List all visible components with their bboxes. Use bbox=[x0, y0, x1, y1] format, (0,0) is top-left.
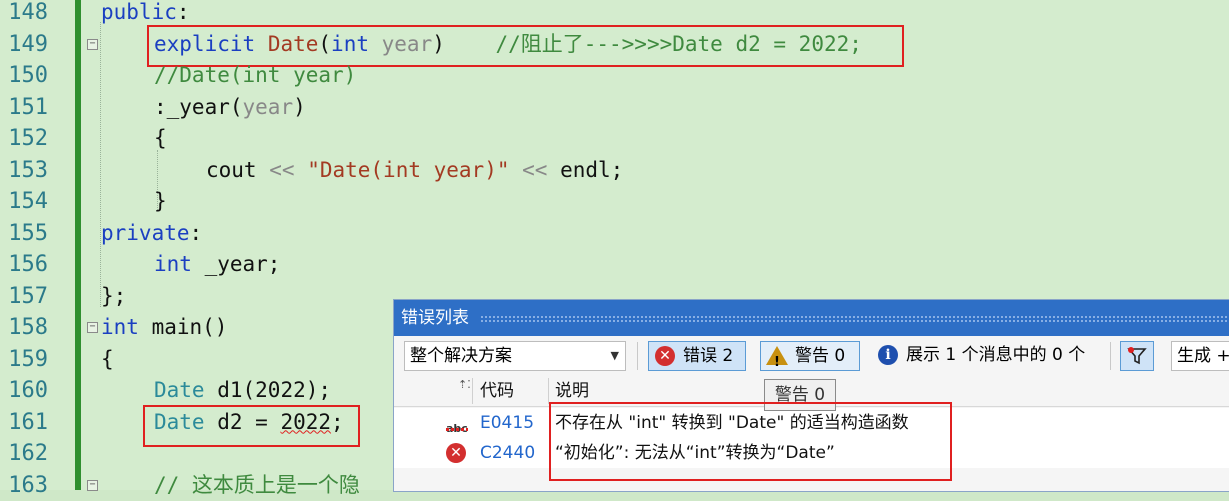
divider bbox=[548, 378, 549, 404]
line-number: 163 bbox=[0, 470, 48, 501]
highlight-box bbox=[549, 402, 952, 481]
code-line: 154 } bbox=[0, 186, 1229, 218]
brace: } bbox=[154, 186, 167, 218]
line-number: 162 bbox=[0, 438, 48, 470]
main-declaration: int main() bbox=[101, 312, 227, 344]
line-number: 152 bbox=[0, 123, 48, 155]
title-grip bbox=[480, 315, 1229, 322]
panel-title-bar[interactable]: 错误列表 bbox=[394, 300, 1229, 336]
cout-statement: cout << "Date(int year)" << endl; bbox=[206, 155, 623, 187]
line-number: 158 bbox=[0, 312, 48, 344]
line-number: 148 bbox=[0, 0, 48, 29]
error-icon: ✕ bbox=[446, 443, 466, 463]
collapse-toggle-icon[interactable]: − bbox=[87, 39, 98, 50]
error-code-link[interactable]: C2440 bbox=[480, 438, 535, 468]
line-number: 154 bbox=[0, 186, 48, 218]
line-number: 157 bbox=[0, 281, 48, 313]
code-line: 152 { bbox=[0, 123, 1229, 155]
error-icon: ✕ bbox=[655, 346, 675, 366]
build-source-dropdown[interactable]: 生成 + bbox=[1171, 341, 1229, 371]
error-list-panel: 错误列表 整个解决方案 ▼ ✕ 错误 2 ! 警告 0 i 展示 1 个消息中的… bbox=[393, 299, 1229, 492]
divider bbox=[472, 378, 473, 404]
code-line: 151 :_year(year) bbox=[0, 92, 1229, 124]
d1-declaration: Date d1(2022); bbox=[154, 375, 331, 407]
initializer-list: :_year(year) bbox=[154, 92, 306, 124]
divider bbox=[637, 342, 638, 370]
chevron-down-icon: ▼ bbox=[611, 342, 619, 370]
line-number: 150 bbox=[0, 60, 48, 92]
line-number: 156 bbox=[0, 249, 48, 281]
sort-icon[interactable]: ⇡⁚ bbox=[458, 378, 471, 391]
keyword-private: private: bbox=[101, 218, 202, 250]
line-number: 161 bbox=[0, 407, 48, 439]
code-line: 153 cout << "Date(int year)" << endl; bbox=[0, 155, 1229, 187]
warning-icon: ! bbox=[766, 346, 788, 365]
member-declaration: int _year; bbox=[154, 249, 280, 281]
line-number: 155 bbox=[0, 218, 48, 250]
collapse-toggle-icon[interactable]: − bbox=[87, 322, 98, 333]
column-code[interactable]: 代码 bbox=[480, 376, 514, 406]
brace: { bbox=[101, 344, 114, 376]
scope-dropdown[interactable]: 整个解决方案 ▼ bbox=[404, 341, 626, 371]
messages-filter-button[interactable]: i 展示 1 个消息中的 0 个 bbox=[872, 341, 1104, 369]
code-line: 155 private: bbox=[0, 218, 1229, 250]
errors-filter-button[interactable]: ✕ 错误 2 bbox=[648, 341, 746, 371]
filter-icon[interactable] bbox=[1120, 341, 1154, 371]
info-icon: i bbox=[878, 345, 898, 365]
brace: { bbox=[154, 123, 167, 155]
line-number: 149 bbox=[0, 29, 48, 61]
error-code-link[interactable]: E0415 bbox=[480, 408, 534, 438]
line-number: 159 bbox=[0, 344, 48, 376]
divider bbox=[1110, 342, 1111, 370]
panel-title: 错误列表 bbox=[401, 300, 469, 336]
code-comment: // 这本质上是一个隐 bbox=[154, 470, 360, 501]
class-end: }; bbox=[101, 281, 126, 313]
line-number: 160 bbox=[0, 375, 48, 407]
code-line: 156 int _year; bbox=[0, 249, 1229, 281]
code-comment: //Date(int year) bbox=[154, 60, 356, 92]
code-line: 150 //Date(int year) bbox=[0, 60, 1229, 92]
line-number: 153 bbox=[0, 155, 48, 187]
warnings-filter-button[interactable]: ! 警告 0 bbox=[760, 341, 860, 371]
collapse-toggle-icon[interactable]: − bbox=[87, 480, 98, 491]
line-number: 151 bbox=[0, 92, 48, 124]
error-list-toolbar: 整个解决方案 ▼ ✕ 错误 2 ! 警告 0 i 展示 1 个消息中的 0 个 … bbox=[394, 336, 1229, 376]
